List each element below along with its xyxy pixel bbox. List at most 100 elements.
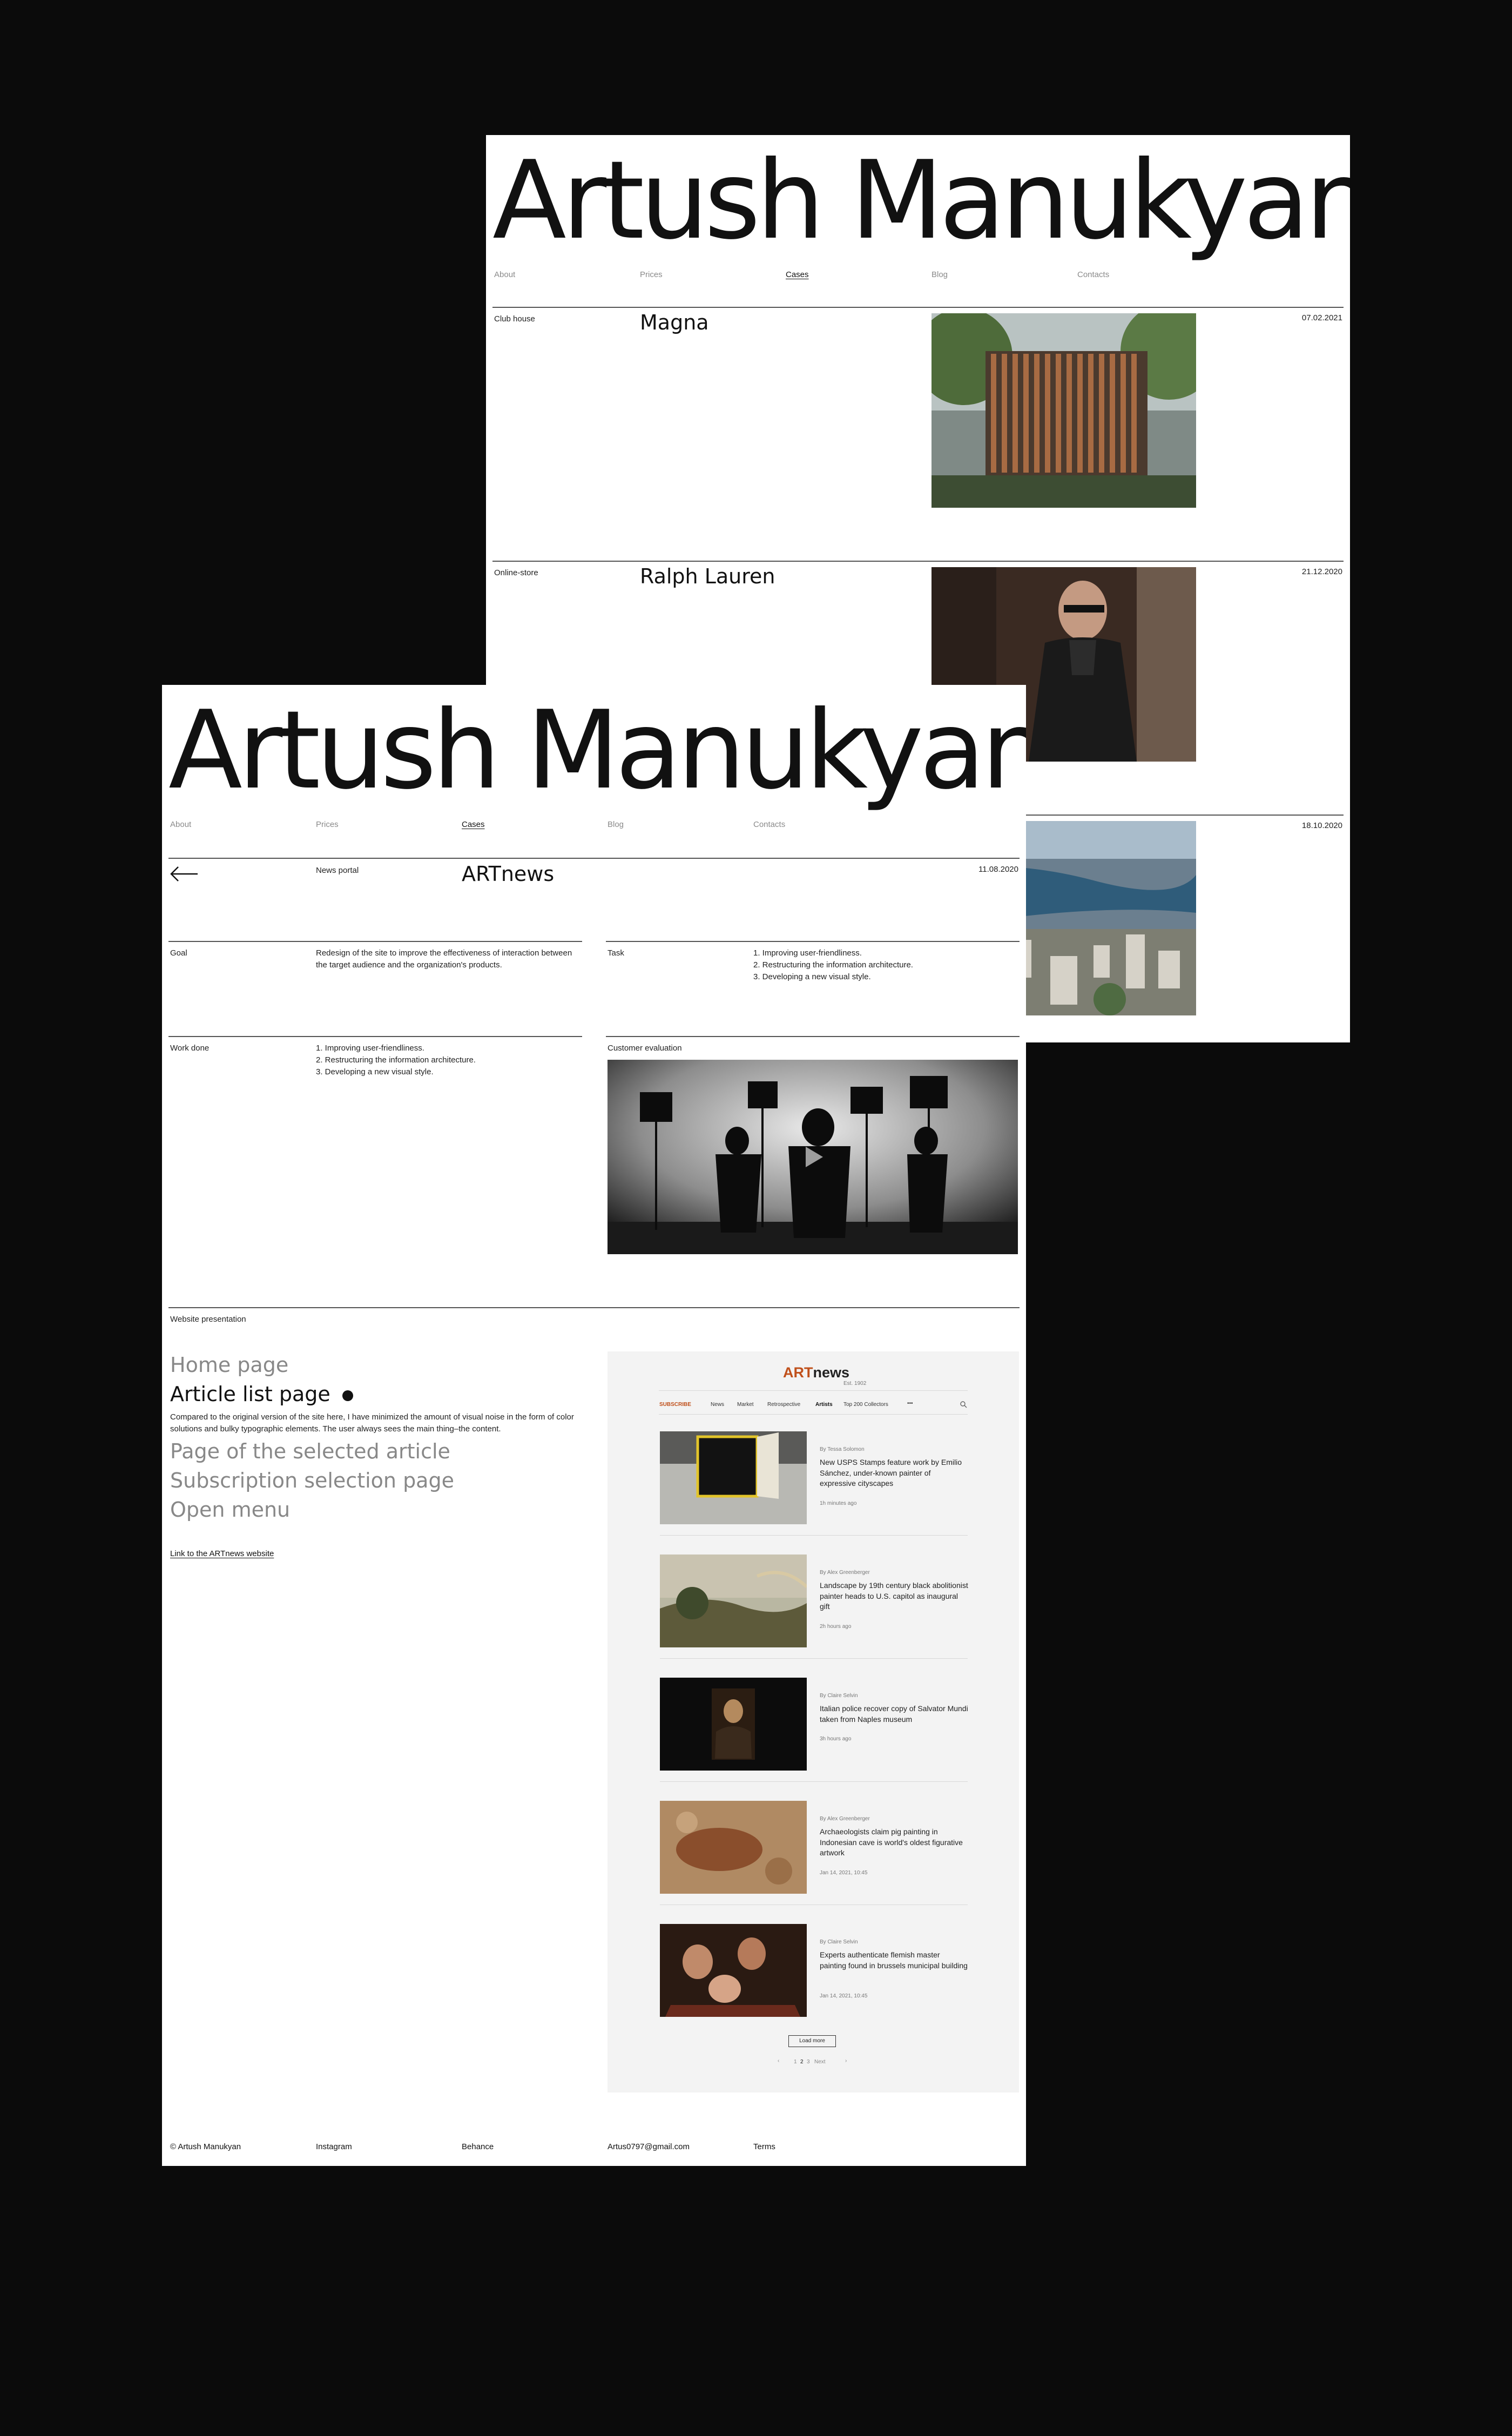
article-thumbnail[interactable] <box>660 1924 807 2017</box>
page-description: Compared to the original version of the … <box>170 1412 574 1434</box>
article-time: 3h hours ago <box>820 1736 852 1742</box>
search-icon[interactable] <box>960 1401 967 1408</box>
nav-about[interactable]: About <box>170 820 191 829</box>
article-thumbnail[interactable] <box>660 1801 807 1894</box>
work-item: 1. Improving user-friendliness. <box>316 1044 424 1053</box>
case-category: Online-store <box>494 568 538 577</box>
nav-about[interactable]: About <box>494 270 515 279</box>
next-icon[interactable]: › <box>845 2058 847 2064</box>
goal-label: Goal <box>170 948 187 958</box>
page-item-home[interactable]: Home page <box>170 1353 288 1377</box>
task-item: 1. Improving user-friendliness. <box>753 948 862 958</box>
case-date: 21.12.2020 <box>1301 567 1342 576</box>
nav-cases[interactable]: Cases <box>462 820 485 829</box>
logo-subtitle: Est. 1902 <box>843 1381 867 1387</box>
article-title[interactable]: Landscape by 19th century black abolitio… <box>820 1580 968 1612</box>
mock-nav-news[interactable]: News <box>711 1402 724 1408</box>
nav-prices[interactable]: Prices <box>316 820 339 829</box>
footer-email[interactable]: Artus0797@gmail.com <box>608 2142 690 2151</box>
divider <box>168 858 1020 859</box>
play-icon[interactable] <box>799 1143 826 1170</box>
nav-contacts[interactable]: Contacts <box>753 820 785 829</box>
project-date: 11.08.2020 <box>978 865 1018 874</box>
article-thumbnail[interactable] <box>660 1678 807 1771</box>
customer-video[interactable] <box>608 1060 1018 1254</box>
more-icon[interactable]: ••• <box>907 1401 913 1407</box>
front-panel: Artush Manukyan About Prices Cases Blog … <box>162 685 1026 2166</box>
page-item-open-menu[interactable]: Open menu <box>170 1498 290 1522</box>
article-title[interactable]: Italian police recover copy of Salvator … <box>820 1704 968 1725</box>
divider <box>168 941 582 942</box>
footer-instagram[interactable]: Instagram <box>316 2142 352 2151</box>
active-dot-icon <box>342 1390 353 1401</box>
divider <box>606 941 1020 942</box>
nav-blog[interactable]: Blog <box>932 270 948 279</box>
article-byline: By Alex Greenberger <box>820 1816 870 1822</box>
next-link[interactable]: Next <box>814 2059 826 2065</box>
case-date: 07.02.2021 <box>1301 313 1342 322</box>
article-time: 2h hours ago <box>820 1624 852 1630</box>
case-image-architecture[interactable] <box>932 313 1196 508</box>
mock-nav-artists[interactable]: Artists <box>815 1402 833 1408</box>
project-category: News portal <box>316 866 359 875</box>
article-time: 1h minutes ago <box>820 1500 857 1506</box>
work-item: 2. Restructuring the information archite… <box>316 1055 476 1065</box>
article-title[interactable]: New USPS Stamps feature work by Emilio S… <box>820 1457 968 1489</box>
presentation-label: Website presentation <box>170 1315 246 1324</box>
work-label: Work done <box>170 1044 210 1053</box>
article-title[interactable]: Archaeologists claim pig painting in Ind… <box>820 1827 968 1859</box>
article-byline: By Tessa Solomon <box>820 1446 865 1452</box>
case-title[interactable]: Ralph Lauren <box>640 564 775 588</box>
mock-nav-retrospective[interactable]: Retrospective <box>767 1402 800 1408</box>
nav-prices[interactable]: Prices <box>640 270 663 279</box>
page-number[interactable]: 2 <box>800 2059 804 2065</box>
arrow-left-icon[interactable] <box>170 866 198 882</box>
divider <box>168 1307 1020 1308</box>
prev-icon[interactable]: ‹ <box>778 2058 779 2064</box>
divider <box>168 1036 582 1037</box>
page-item-selected-article[interactable]: Page of the selected article <box>170 1439 450 1463</box>
nav-contacts[interactable]: Contacts <box>1077 270 1109 279</box>
page-number[interactable]: 3 <box>807 2059 810 2065</box>
page-item-subscription[interactable]: Subscription selection page <box>170 1469 454 1492</box>
divider <box>659 1414 968 1415</box>
case-date: 18.10.2020 <box>1301 821 1342 830</box>
mock-nav-market[interactable]: Market <box>737 1402 754 1408</box>
artnews-preview: ARTnews Est. 1902 SUBSCRIBE News Market … <box>608 1351 1019 2092</box>
subscribe-link[interactable]: SUBSCRIBE <box>659 1402 691 1408</box>
load-more-button[interactable]: Load more <box>788 2035 836 2047</box>
divider <box>659 1390 968 1391</box>
brand-title: Artush Manukyan <box>492 138 1350 264</box>
divider <box>660 1658 968 1659</box>
eval-label: Customer evaluation <box>608 1044 682 1053</box>
task-label: Task <box>608 948 624 958</box>
nav-blog[interactable]: Blog <box>608 820 624 829</box>
brand-title: Artush Manukyan <box>168 688 1026 813</box>
article-byline: By Claire Selvin <box>820 1939 858 1945</box>
nav-cases[interactable]: Cases <box>786 270 809 279</box>
footer-behance[interactable]: Behance <box>462 2142 494 2151</box>
divider <box>660 1535 968 1536</box>
page-number[interactable]: 1 <box>794 2059 797 2065</box>
divider <box>606 1036 1020 1037</box>
footer-copyright: © Artush Manukyan <box>170 2142 241 2151</box>
task-item: 2. Restructuring the information archite… <box>753 960 913 970</box>
work-item: 3. Developing a new visual style. <box>316 1067 434 1076</box>
page-item-article-list[interactable]: Article list page <box>170 1382 353 1406</box>
case-title[interactable]: Magna <box>640 311 709 334</box>
mock-nav-top200[interactable]: Top 200 Collectors <box>843 1402 888 1408</box>
task-item: 3. Developing a new visual style. <box>753 972 871 981</box>
divider <box>492 561 1344 562</box>
divider <box>660 1781 968 1782</box>
goal-text: Redesign of the site to improve the effe… <box>316 948 572 970</box>
artnews-logo[interactable]: ARTnews <box>783 1364 849 1381</box>
site-link[interactable]: Link to the ARTnews website <box>170 1549 274 1558</box>
project-title: ARTnews <box>462 862 555 886</box>
article-time: Jan 14, 2021, 10:45 <box>820 1870 868 1876</box>
article-thumbnail[interactable] <box>660 1431 807 1524</box>
pagination: ‹ 1 2 3 Next › <box>778 2058 850 2068</box>
article-thumbnail[interactable] <box>660 1555 807 1647</box>
article-title[interactable]: Experts authenticate flemish master pain… <box>820 1950 968 1971</box>
footer-terms[interactable]: Terms <box>753 2142 775 2151</box>
article-byline: By Claire Selvin <box>820 1693 858 1699</box>
